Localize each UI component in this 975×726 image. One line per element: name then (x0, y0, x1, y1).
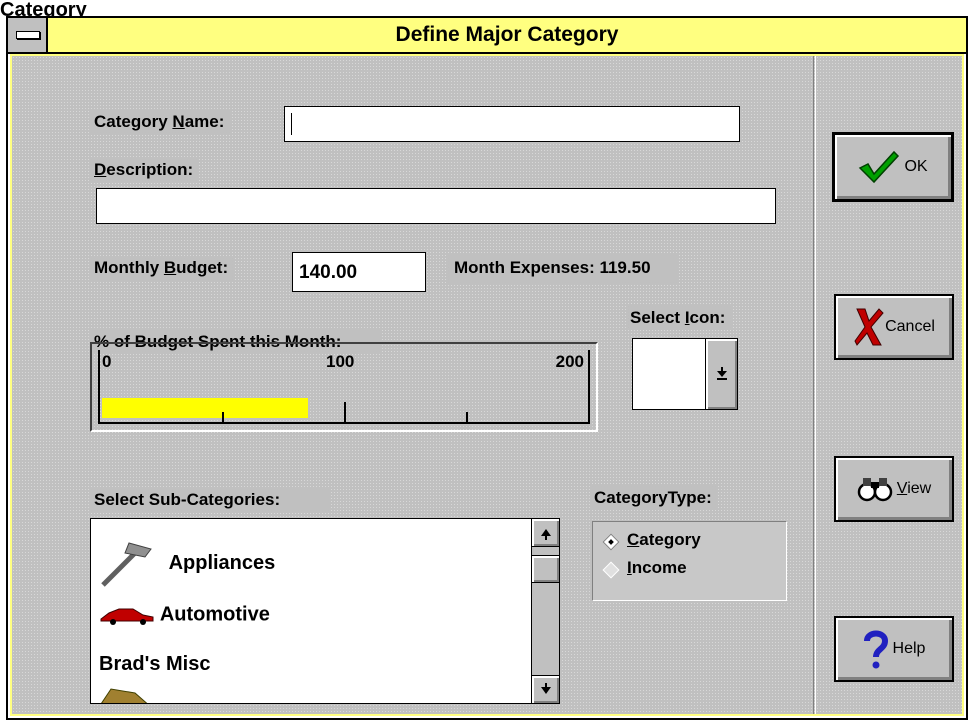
category-type-label: CategoryType: (590, 486, 718, 510)
list-item-label: Appliances (168, 552, 276, 575)
month-expenses-text: Month Expenses: 119.50 (448, 254, 679, 284)
gauge-tick (222, 412, 224, 422)
gauge-track: 0 100 200 (98, 350, 590, 424)
x-icon (854, 308, 884, 346)
cancel-button-label: Cancel (885, 318, 935, 335)
sub-categories-label: Select Sub-Categories: (90, 488, 331, 512)
list-item[interactable]: Appliances (99, 539, 275, 589)
gauge-scale-min: 0 (102, 352, 112, 371)
monthly-budget-label: Monthly Budget: (90, 256, 235, 280)
checkmark-icon (859, 150, 900, 184)
text-cursor (291, 113, 292, 136)
scroll-thumb[interactable] (532, 555, 559, 583)
dialog-client-area: Category Name: Description: Monthly Budg… (10, 54, 964, 716)
binoculars-icon (857, 478, 893, 502)
arrow-down-icon (540, 682, 551, 694)
dialog-window: Define Major Category Category Name: Des… (6, 16, 968, 720)
radio-selected-icon (602, 533, 620, 551)
description-input[interactable] (96, 188, 776, 224)
category-name-label: Category Name: (90, 110, 231, 134)
category-type-group: Category Income (592, 521, 787, 601)
help-button-label: Help (892, 640, 926, 657)
ok-button[interactable]: OK (832, 132, 954, 202)
icon-dropdown-button[interactable] (705, 339, 737, 409)
list-item[interactable]: Automotive (99, 603, 270, 627)
title-bar: Define Major Category (8, 18, 966, 54)
list-scrollbar[interactable] (531, 519, 559, 703)
view-button-label: iew (907, 480, 932, 497)
list-item[interactable]: Brad's Misc (99, 653, 210, 676)
icon-dropdown[interactable] (632, 338, 738, 410)
list-item-label: Automotive (159, 603, 270, 626)
radio-unselected-icon (602, 561, 620, 579)
arrow-down-icon (716, 367, 727, 380)
gauge-scale-max: 200 (555, 352, 584, 371)
description-label: Description: (90, 158, 200, 182)
category-name-input[interactable] (284, 106, 740, 142)
gauge-tick (344, 402, 346, 422)
gauge-fill-bar (102, 398, 308, 418)
gauge-tick (466, 412, 468, 422)
sub-categories-list[interactable]: Appliances Automotive Brad's Misc (90, 518, 560, 704)
select-icon-label: Select Icon: (626, 306, 732, 330)
help-button[interactable]: Help (834, 616, 954, 682)
button-panel-divider (813, 56, 816, 714)
money-icon (101, 688, 148, 703)
scroll-up-button[interactable] (532, 519, 559, 547)
system-menu-button[interactable] (8, 18, 48, 52)
radio-income-label: Income (627, 558, 687, 577)
ok-button-label: OK (904, 158, 928, 175)
car-icon (100, 608, 154, 625)
question-icon (863, 630, 888, 669)
scroll-down-button[interactable] (532, 675, 559, 703)
budget-gauge: 0 100 200 (90, 342, 598, 432)
cancel-button[interactable]: Cancel (834, 294, 954, 360)
view-button-key: V (896, 480, 908, 497)
hammer-icon (101, 542, 152, 587)
radio-category-label: Category (627, 530, 701, 549)
system-menu-icon (16, 31, 40, 39)
gauge-scale-mid: 100 (326, 352, 355, 371)
view-button[interactable]: View (834, 456, 954, 522)
list-item-label: Brad's Misc (99, 653, 211, 675)
arrow-up-icon (540, 528, 551, 540)
window-title: Define Major Category (395, 23, 619, 46)
monthly-budget-input[interactable]: 140.00 (292, 252, 426, 292)
